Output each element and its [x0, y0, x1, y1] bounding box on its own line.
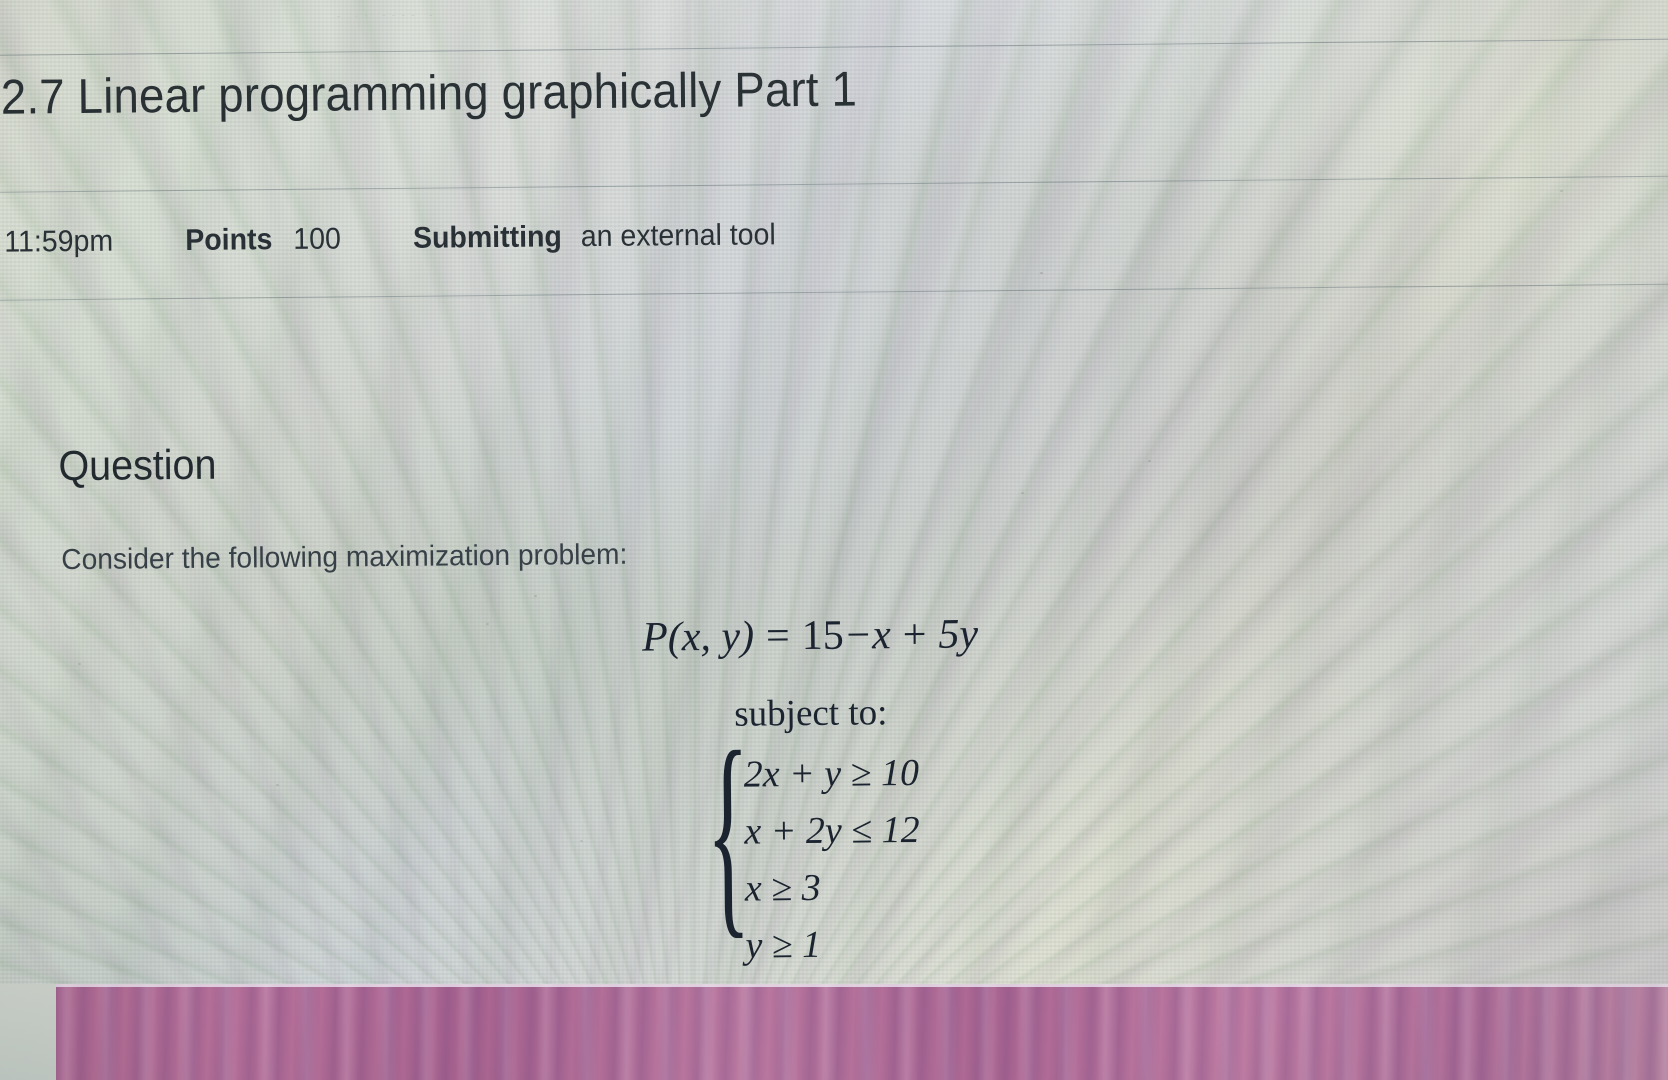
dust-speck [1021, 492, 1024, 494]
dust-speck [1040, 272, 1043, 274]
dust-speck [78, 663, 81, 665]
bottom-taskbar-band [56, 984, 1668, 1080]
dust-speck [276, 784, 279, 786]
monitor-pixel-grid-texture [0, 0, 1668, 1080]
bottom-band-left-gap [0, 984, 58, 1080]
dust-speck [1560, 190, 1563, 192]
dust-speck [534, 595, 537, 597]
dust-speck [580, 840, 583, 842]
monitor-photo-screenshot: · ·· ···· · 2.7 Linear programming graph… [0, 0, 1668, 1080]
bottom-band-moire-sheen [56, 984, 1668, 1080]
dust-speck [1148, 460, 1151, 462]
dust-speck [486, 623, 489, 625]
